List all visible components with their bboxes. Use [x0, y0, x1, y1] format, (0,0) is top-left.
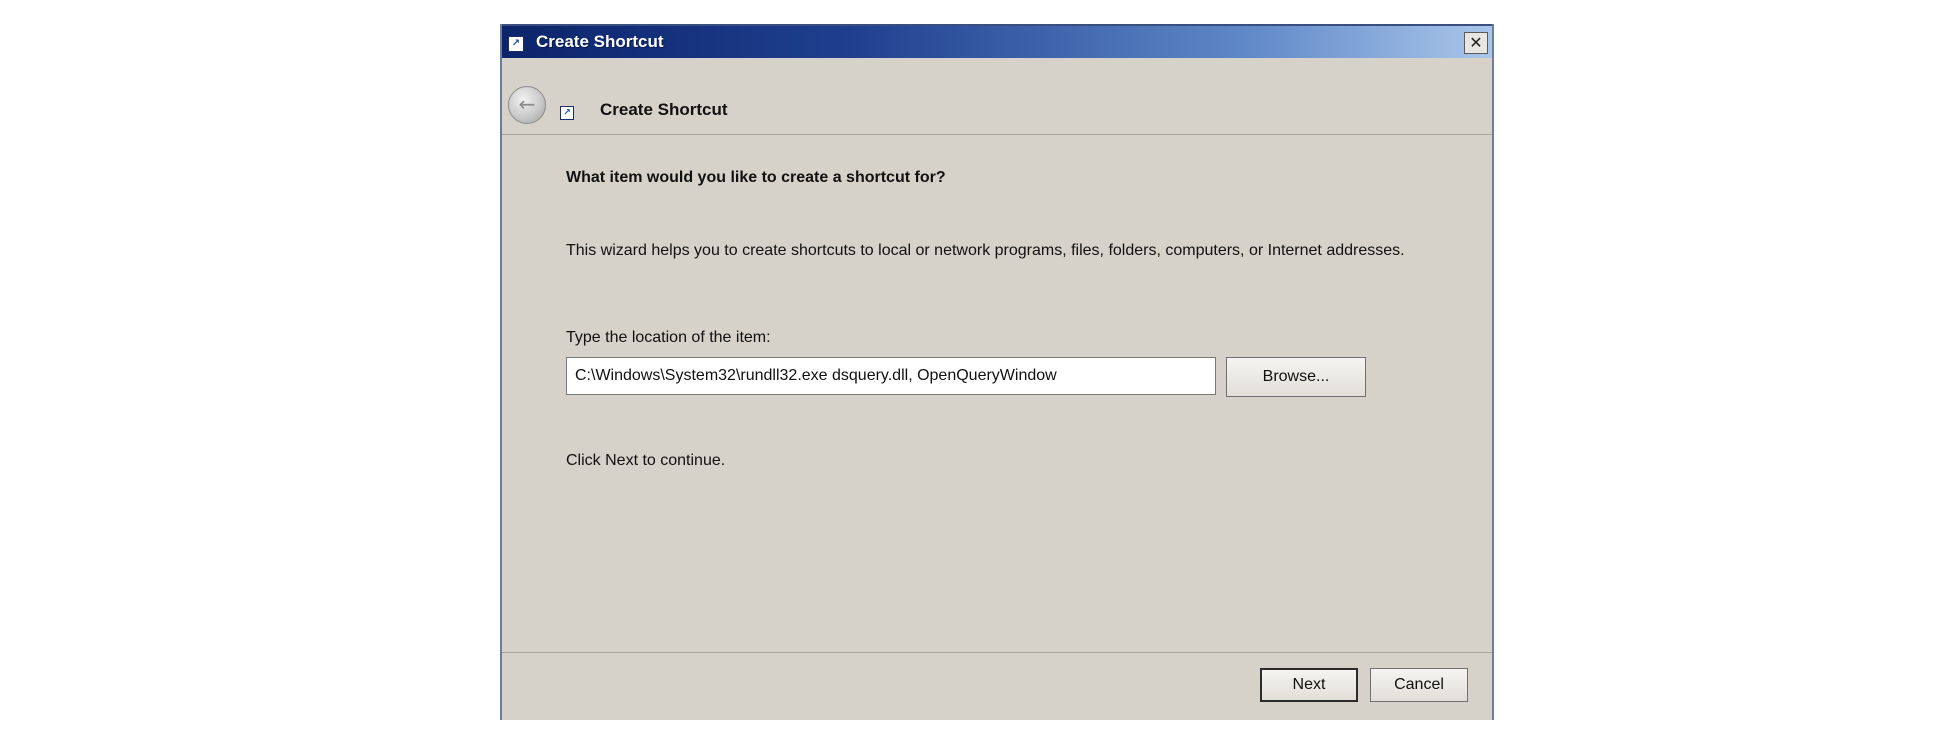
wizard-title: Create Shortcut	[600, 100, 728, 119]
continue-hint: Click Next to continue.	[566, 452, 726, 469]
cancel-button[interactable]: Cancel	[1370, 668, 1468, 702]
title-bar: ↗ Create Shortcut ✕	[502, 24, 1492, 58]
close-icon: ✕	[1469, 33, 1483, 52]
back-button[interactable]: ←	[508, 86, 546, 124]
wizard-header: ← ↗ Create Shortcut	[502, 58, 1492, 135]
wizard-question: What item would you like to create a sho…	[566, 169, 946, 186]
wizard-content: What item would you like to create a sho…	[502, 135, 1492, 675]
footer-divider	[502, 652, 1492, 653]
shortcut-icon: ↗	[560, 106, 574, 120]
window-title: Create Shortcut	[536, 32, 664, 51]
shortcut-icon: ↗	[508, 36, 524, 52]
location-label: Type the location of the item:	[566, 329, 771, 346]
browse-button[interactable]: Browse...	[1226, 357, 1366, 397]
wizard-description: This wizard helps you to create shortcut…	[566, 242, 1405, 259]
close-button[interactable]: ✕	[1464, 32, 1488, 54]
create-shortcut-window: ↗ Create Shortcut ✕ ← ↗ Create Shortcut …	[500, 24, 1494, 720]
location-input[interactable]	[566, 357, 1216, 395]
next-button[interactable]: Next	[1260, 668, 1358, 702]
back-arrow-icon: ←	[518, 92, 536, 116]
